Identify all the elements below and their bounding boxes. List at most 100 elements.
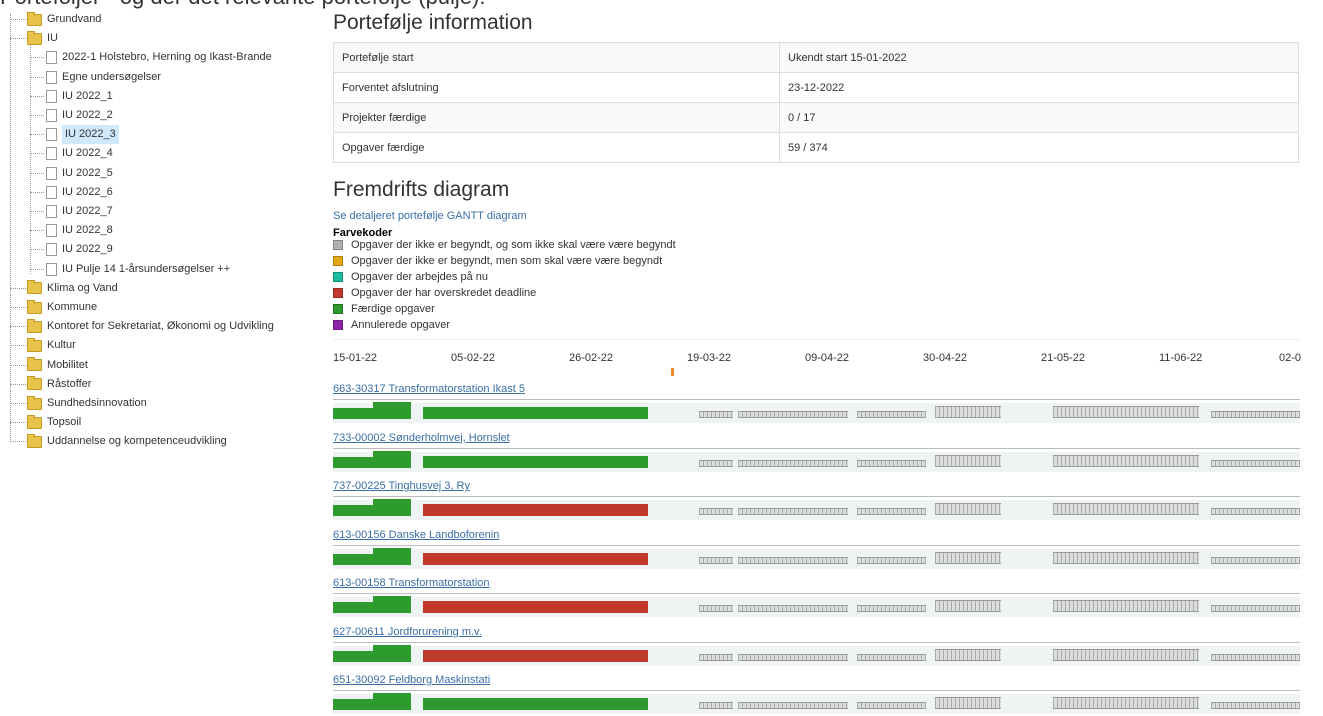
tree-item[interactable]: IU 2022_2 [46,106,113,125]
tree-label: Egne undersøgelser [62,70,162,83]
folder-icon [27,376,42,391]
tree-label: Topsoil [47,416,82,429]
tree-line [30,211,44,212]
tree-item[interactable]: IU 2022_8 [46,221,113,240]
folder-icon [27,433,42,448]
tree-item[interactable]: IU 2022_9 [46,240,113,259]
legend: Opgaver der ikke er begyndt, og som ikke… [333,237,676,333]
pending-bar [1211,411,1300,418]
tree-folder[interactable]: Råstoffer [27,375,91,394]
tree-line [10,307,26,308]
tree-item[interactable]: 2022-1 Holstebro, Herning og Ikast-Brand… [46,48,272,67]
folder-icon [27,280,42,295]
file-icon [46,89,57,103]
project-link[interactable]: 613-00156 Danske Landboforenin [333,529,499,541]
tree-item[interactable]: IU Pulje 14 1-årsundersøgelser ++ [46,260,230,279]
done-bar [373,450,411,468]
project-link[interactable]: 613-00158 Transformatorstation [333,577,490,589]
tree-label: IU 2022_6 [62,185,113,198]
tree-item[interactable]: IU 2022_6 [46,183,113,202]
tree-folder[interactable]: Kommune [27,298,97,317]
tree-item[interactable]: IU 2022_7 [46,202,113,221]
portfolio-heading: Portefølje information [333,11,533,34]
info-row: Portefølje start Ukendt start 15-01-2022 [333,42,1299,73]
tree-item[interactable]: IU 2022_4 [46,144,113,163]
tree-folder[interactable]: Uddannelse og kompetenceudvikling [27,432,227,451]
tree-line [10,403,26,404]
info-value: 0 / 17 [779,102,1299,133]
pending-bar [857,459,926,467]
pending-bar [699,508,733,515]
tree-line [10,422,26,424]
tree-folder[interactable]: Topsoil [27,413,81,432]
legend-swatch [333,288,343,298]
tree-label: IU 2022_5 [62,166,113,179]
tree-line [10,364,26,366]
pending-bar [935,454,1001,467]
tree-folder[interactable]: Kultur [27,336,76,355]
tree-label: IU 2022_1 [62,89,113,102]
pending-bar [699,605,733,612]
done-bar [373,596,411,613]
legend-label: Opgaver der arbejdes på nu [351,271,488,283]
tree-folder[interactable]: Mobilitet [27,356,88,375]
tree-item[interactable]: Egne undersøgelser [46,68,161,87]
pending-bar [738,605,848,612]
tree-item[interactable]: IU 2022_5 [46,164,113,183]
project-link[interactable]: 651-30092 Feldborg Maskinstati [333,674,490,686]
top-caption: Portefoljer - og der det relevante porte… [0,0,485,10]
tree-label: Uddannelse og kompetenceudvikling [47,435,227,448]
tree-label: Mobilitet [47,358,88,371]
file-icon [46,51,57,65]
tree-folder[interactable]: Kontoret for Sekretariat, Økonomi og Udv… [27,317,274,336]
done-bar [423,455,648,468]
tree-label: Kommune [47,301,98,313]
tree-folder[interactable]: Sundhedsinnovation [27,394,147,413]
project-link[interactable]: 663-30317 Transformatorstation Ikast 5 [333,383,525,395]
tree-label: Klima og Vand [47,281,118,294]
folder-icon [27,318,42,333]
tree-folder[interactable]: Klima og Vand [27,279,118,298]
tree-folder[interactable]: IU [27,29,58,48]
project-divider [333,399,1300,400]
pending-bar [1211,556,1300,564]
legend-swatch [333,304,343,314]
done-bar [373,402,411,419]
file-icon [46,262,57,276]
tree-item[interactable]: IU 2022_3 [46,125,119,145]
pending-bar [935,697,1001,709]
tree-line [30,249,44,251]
pending-bar [699,556,733,564]
tree-item[interactable]: IU 2022_1 [46,87,113,106]
project-link[interactable]: 737-00225 Tinghusvej 3, Ry [333,480,470,492]
tree-folder[interactable]: Grundvand [27,10,101,29]
legend-label: Opgaver der ikke er begyndt, og som ikke… [351,239,676,251]
pending-bar [1053,503,1199,515]
pending-bar [1211,605,1300,612]
pending-bar [857,508,926,515]
gantt-link[interactable]: Se detaljeret portefølje GANTT diagram [333,210,527,222]
date-tick: 21-05-22 [1041,352,1086,364]
date-tick: 30-04-22 [923,352,968,364]
file-icon [46,205,57,218]
tree-line [10,441,26,443]
folder-icon [27,30,42,45]
legend-item: Opgaver der arbejdes på nu [333,269,676,285]
legend-label: Annulerede opgaver [351,319,451,331]
done-bar [373,644,411,662]
pending-bar [857,653,926,661]
project-link[interactable]: 733-00002 Sønderholmvej, Hornslet [333,432,510,444]
file-icon [46,109,57,122]
overdue-bar [423,601,648,613]
tree-label: IU 2022_4 [62,147,113,160]
date-tick: 11-06-22 [1159,352,1203,364]
done-bar [423,698,648,710]
project-link[interactable]: 627-00611 Jordforurening m.v. [333,626,482,638]
pending-bar [699,653,733,661]
done-bar [333,553,373,565]
pending-bar [1053,697,1199,709]
info-label: Portefølje start [333,42,780,73]
folder-icon [27,357,42,372]
tree-label: IU 2022_2 [62,109,113,121]
pending-bar [935,551,1001,564]
